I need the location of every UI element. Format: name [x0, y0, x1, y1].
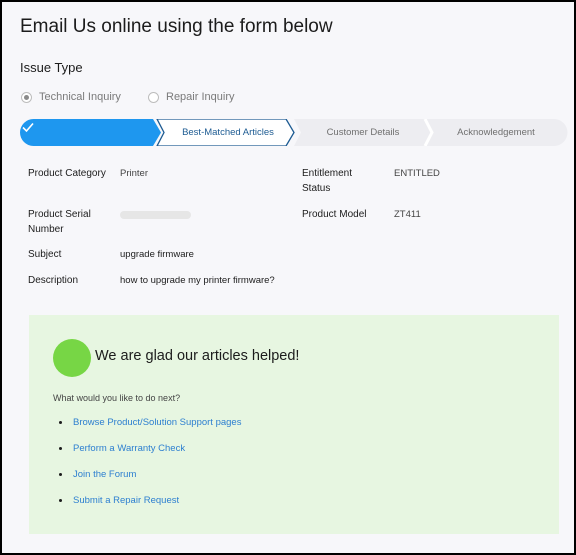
radio-label: Technical Inquiry: [39, 91, 121, 103]
description-value: how to upgrade my printer firmware?: [120, 275, 275, 286]
link-submit-repair-request[interactable]: Submit a Repair Request: [59, 488, 241, 514]
step-customer-details: Customer Details: [326, 127, 400, 138]
subject-value: upgrade firmware: [120, 249, 194, 260]
success-panel: We are glad our articles helped! What wo…: [29, 315, 559, 534]
form-container: Email Us online using the form below Iss…: [0, 0, 576, 555]
link-join-forum[interactable]: Join the Forum: [59, 462, 241, 488]
page-title: Email Us online using the form below: [20, 16, 333, 37]
radio-button[interactable]: [148, 91, 159, 103]
entitlement-status-value: ENTITLED: [394, 168, 440, 179]
product-model-label: Product Model: [302, 209, 367, 220]
description-label: Description: [28, 275, 79, 286]
step-completed-shape: [20, 119, 161, 146]
step-acknowledgement: Acknowledgement: [457, 127, 535, 138]
product-serial-label: Product Serial Number: [28, 209, 91, 235]
product-model-value: ZT411: [394, 209, 421, 220]
product-category-value: Printer: [120, 168, 148, 179]
radio-label: Repair Inquiry: [166, 91, 235, 103]
subject-label: Subject: [28, 249, 62, 260]
success-heading: We are glad our articles helped!: [95, 348, 300, 364]
checkmark-icon: [22, 122, 34, 133]
product-serial-value: [120, 211, 191, 219]
radio-technical-inquiry[interactable]: Technical Inquiry: [21, 91, 121, 103]
next-steps-question: What would you like to do next?: [53, 393, 181, 403]
next-steps-list: Browse Product/Solution Support pages Pe…: [59, 410, 241, 514]
issue-type-label: Issue Type: [20, 60, 83, 75]
product-category-label: Product Category: [28, 168, 106, 179]
radio-button[interactable]: [21, 91, 32, 103]
entitlement-status-label: Entitlement Status: [302, 168, 353, 194]
success-circle-icon: [53, 339, 91, 377]
link-browse-support-pages[interactable]: Browse Product/Solution Support pages: [59, 410, 241, 436]
progress-stepper: Best-Matched Articles Customer Details A…: [20, 119, 568, 146]
radio-repair-inquiry[interactable]: Repair Inquiry: [148, 91, 234, 103]
link-warranty-check[interactable]: Perform a Warranty Check: [59, 436, 241, 462]
step-best-matched-articles: Best-Matched Articles: [182, 127, 274, 138]
